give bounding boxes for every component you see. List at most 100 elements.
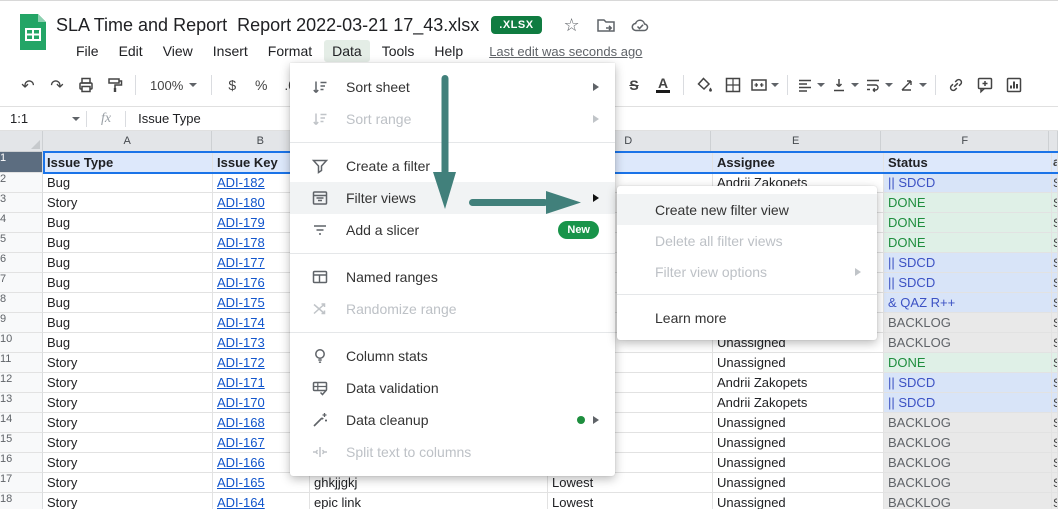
menu-item-column-stats[interactable]: Column stats [290,340,615,372]
menubar-item-help[interactable]: Help [426,40,471,62]
formula-input[interactable]: Issue Type [126,111,201,126]
row-number[interactable]: 15 [0,433,43,453]
cell-f17[interactable]: BACKLOG [884,473,1052,493]
cell-g3[interactable]: S [1052,193,1058,213]
issue-key-link[interactable]: ADI-180 [217,195,265,210]
menubar-item-file[interactable]: File [68,40,107,62]
row-number[interactable]: 9 [0,313,43,333]
format-currency-icon[interactable]: $ [220,72,244,98]
issue-key-link[interactable]: ADI-178 [217,235,265,250]
submenu-item-delete-all-filter-views[interactable]: Delete all filter views [617,225,877,256]
row-number[interactable]: 10 [0,333,43,353]
cell-f13[interactable]: || SDCD [884,393,1052,413]
cell-a11[interactable]: Story [43,353,213,373]
cell-a15[interactable]: Story [43,433,213,453]
menu-item-create-a-filter[interactable]: Create a filter [290,150,615,182]
row-number[interactable]: 14 [0,413,43,433]
cell-a14[interactable]: Story [43,413,213,433]
cell-d18[interactable]: Lowest [548,493,713,509]
text-color-icon[interactable]: A [651,72,675,98]
column-header-F[interactable]: F [881,131,1049,152]
fill-color-icon[interactable] [692,72,716,98]
document-title[interactable]: SLA Time and Report Report 2022-03-21 17… [56,15,479,36]
cell-f2[interactable]: || SDCD [884,173,1052,193]
menu-item-split-text-to-columns[interactable]: Split text to columns [290,436,615,468]
issue-key-link[interactable]: ADI-171 [217,375,265,390]
cell-g7[interactable]: S [1052,273,1058,293]
cell-a18[interactable]: Story [43,493,213,509]
cell-g15[interactable]: S [1052,433,1058,453]
row-number[interactable]: 5 [0,233,43,253]
row-number[interactable]: 16 [0,453,43,473]
row-number[interactable]: 1 [0,152,43,173]
column-header-E[interactable]: E [711,131,882,152]
menu-item-named-ranges[interactable]: Named ranges [290,261,615,293]
menubar-item-view[interactable]: View [155,40,201,62]
issue-key-link[interactable]: ADI-179 [217,215,265,230]
cell-a8[interactable]: Bug [43,293,213,313]
cell-e18[interactable]: Unassigned [713,493,884,509]
undo-icon[interactable]: ↶ [16,72,40,98]
row-number[interactable]: 17 [0,473,43,493]
cell-g17[interactable]: S [1052,473,1058,493]
print-icon[interactable] [74,72,98,98]
cell-f3[interactable]: DONE [884,193,1052,213]
menubar-item-edit[interactable]: Edit [111,40,151,62]
issue-key-link[interactable]: ADI-176 [217,275,265,290]
text-wrap-button[interactable] [864,76,893,94]
cell-b17[interactable]: ADI-165 [213,473,310,493]
row-number[interactable]: 4 [0,213,43,233]
last-edit-status[interactable]: Last edit was seconds ago [489,44,642,59]
cell-e17[interactable]: Unassigned [713,473,884,493]
cell-e13[interactable]: Andrii Zakopets [713,393,884,413]
cell-a5[interactable]: Bug [43,233,213,253]
cell-e16[interactable]: Unassigned [713,453,884,473]
menu-item-add-a-slicer[interactable]: Add a slicerNew [290,214,615,246]
cell-e12[interactable]: Andrii Zakopets [713,373,884,393]
cell-g8[interactable]: S [1052,293,1058,313]
issue-key-link[interactable]: ADI-167 [217,435,265,450]
issue-key-link[interactable]: ADI-165 [217,475,265,490]
cell-f18[interactable]: BACKLOG [884,493,1052,509]
row-number[interactable]: 18 [0,493,43,509]
star-icon[interactable]: ☆ [562,15,582,35]
cell-g14[interactable]: S [1052,413,1058,433]
cell-g1[interactable]: a [1052,152,1058,173]
row-number[interactable]: 3 [0,193,43,213]
row-number[interactable]: 8 [0,293,43,313]
zoom-select[interactable]: 100% [144,78,203,93]
cell-b18[interactable]: ADI-164 [213,493,310,509]
name-box[interactable]: 1:1 [0,111,86,126]
cell-f7[interactable]: || SDCD [884,273,1052,293]
cell-g12[interactable]: S [1052,373,1058,393]
horizontal-align-button[interactable] [796,76,825,94]
menu-item-data-validation[interactable]: Data validation [290,372,615,404]
cell-d17[interactable]: Lowest [548,473,713,493]
cell-g13[interactable]: S [1052,393,1058,413]
menubar-item-data[interactable]: Data [324,40,370,62]
cell-a4[interactable]: Bug [43,213,213,233]
paint-format-icon[interactable] [103,72,127,98]
menubar-item-format[interactable]: Format [260,40,320,62]
column-header-g[interactable] [1049,131,1058,152]
cell-g9[interactable]: S [1052,313,1058,333]
issue-key-link[interactable]: ADI-174 [217,315,265,330]
issue-key-link[interactable]: ADI-172 [217,355,265,370]
insert-link-icon[interactable] [944,72,968,98]
move-folder-icon[interactable] [596,15,616,35]
cell-a16[interactable]: Story [43,453,213,473]
cell-g11[interactable]: S [1052,353,1058,373]
menu-item-randomize-range[interactable]: Randomize range [290,293,615,325]
format-percent-icon[interactable]: % [249,72,273,98]
cell-f4[interactable]: DONE [884,213,1052,233]
cell-c18[interactable]: epic link [310,493,548,509]
cell-a2[interactable]: Bug [43,173,213,193]
cell-g4[interactable]: S [1052,213,1058,233]
row-number[interactable]: 11 [0,353,43,373]
cell-f5[interactable]: DONE [884,233,1052,253]
row-number[interactable]: 12 [0,373,43,393]
text-rotation-button[interactable] [898,76,927,94]
cell-a13[interactable]: Story [43,393,213,413]
cell-f14[interactable]: BACKLOG [884,413,1052,433]
column-header-A[interactable]: A [43,131,213,152]
